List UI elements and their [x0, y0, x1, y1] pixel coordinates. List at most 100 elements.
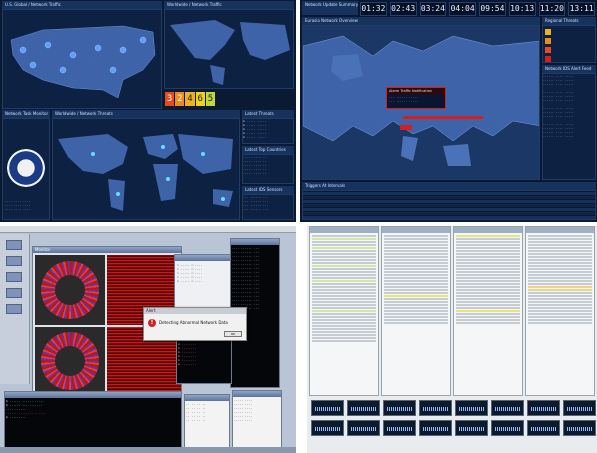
- us-traffic-dashboard: U.S. Global / Network Traffic · · · Worldw…: [0, 0, 296, 222]
- small-world-map: [170, 20, 290, 85]
- active-threats-panel: ▪ ····· ····· ▪ ····· ····· ▪ ····· ····· ▪…: [242, 118, 294, 144]
- eu-red-marker[interactable]: [400, 125, 412, 130]
- alert-message: Detecting Abnormal Network Data: [159, 320, 228, 325]
- eu-map-title: Eurasia Network Overview: [302, 17, 540, 25]
- clock: 10:13: [508, 2, 536, 16]
- us-map-title: U.S. Global / Network Traffic: [2, 1, 162, 9]
- eu-right-mid-title: Network IDS Alert Feed: [542, 65, 596, 73]
- traffic-meter: [563, 420, 596, 436]
- clock: 04:04: [449, 2, 476, 16]
- log-column[interactable]: [309, 226, 379, 396]
- table-row[interactable]: [303, 208, 595, 211]
- top-countries-title: Latest Top Countries: [242, 146, 294, 154]
- log-column-header: [310, 227, 378, 233]
- folder-icon[interactable]: [6, 240, 22, 250]
- ring-hole: [55, 346, 85, 376]
- spectrum-window-title: Monitor: [33, 247, 181, 253]
- table-row[interactable]: [303, 204, 595, 207]
- log-column-header: [454, 227, 522, 233]
- traffic-meter: [383, 400, 416, 416]
- traffic-meter: [419, 400, 452, 416]
- log-monitor-wall: [307, 226, 597, 453]
- world-clocks: 01:32 02:43 03:24 04:04 09:54 10:13 11:2…: [360, 2, 595, 16]
- alert-ok-button[interactable]: OK: [224, 331, 242, 337]
- log-column[interactable]: [453, 226, 523, 396]
- ids-feed-panel: ······ ···· ····· ······ ···· ····· ······…: [542, 73, 596, 180]
- table-row[interactable]: [303, 212, 595, 215]
- small-world-map-panel[interactable]: [164, 9, 294, 89]
- top-countries-panel: ····· ···· ·· ····· ···· ·· ····· ···· ·· ·…: [242, 154, 294, 184]
- process-list-output: ▪ ········ ▪ ········ ▪ ········ ▪ ········…: [177, 341, 231, 383]
- traffic-meter: [455, 400, 488, 416]
- table-row[interactable]: [303, 216, 595, 219]
- traffic-meter: [491, 400, 524, 416]
- active-threats-title: Latest Threats: [242, 110, 294, 118]
- threat-level-icon: [545, 38, 551, 44]
- data-window[interactable]: ····· ···· ····· ···· ····· ···· ····· ····…: [232, 390, 282, 450]
- regional-threats-panel: [542, 25, 596, 63]
- log-column-header: [382, 227, 450, 233]
- traffic-meter: [311, 420, 344, 436]
- ids-feed-lines: ······ ···· ····· ······ ···· ····· ······…: [543, 74, 574, 138]
- us-map-panel[interactable]: · · ·: [2, 9, 162, 109]
- traffic-meter: [491, 420, 524, 436]
- clock: 11:20: [538, 2, 566, 16]
- net-health-panel: ···· ···· ···· ···· ···· ···· ···· ···· ··…: [2, 118, 50, 220]
- log-column-header: [526, 227, 594, 233]
- counter-digit: 4: [185, 92, 195, 106]
- clock: 01:32: [360, 2, 387, 16]
- threat-level-icon: [545, 29, 551, 35]
- options-list[interactable]: ☐ ····· ☐ ···· ☐ ····· ☐ ···· ☐ ····· ☐ ··…: [175, 261, 231, 285]
- traffic-meter: [383, 420, 416, 436]
- ring-hole: [55, 275, 85, 305]
- eu-header-title: Network Update Summary: [302, 1, 358, 15]
- sidebar: [0, 234, 30, 384]
- hex-lines: ·· ·· ·· ·· ·· ·· ·· ·· ·· ·· ·· ·· ·· ·· ·…: [186, 402, 206, 422]
- traffic-meter: [419, 420, 452, 436]
- active-threats-list: ▪ ····· ····· ▪ ····· ····· ▪ ····· ····· ▪…: [243, 119, 267, 139]
- hex-window[interactable]: ·· ·· ·· ·· ·· ·· ·· ·· ·· ·· ·· ·· ·· ·· ·…: [184, 394, 230, 450]
- menu-bar[interactable]: [0, 226, 296, 233]
- world-threat-map-panel[interactable]: [52, 118, 240, 220]
- recent-triggers-table[interactable]: [302, 190, 596, 220]
- log-column[interactable]: [525, 226, 595, 396]
- alert-dialog-title: Alert: [144, 308, 246, 314]
- counter-digit: 2: [175, 92, 185, 106]
- alert-dialog[interactable]: Alert ! Detecting Abnormal Network Data …: [143, 307, 247, 341]
- us-map: ···: [10, 25, 156, 99]
- process-list-window[interactable]: ▪ ········ ▪ ········ ▪ ········ ▪ ········…: [176, 334, 232, 384]
- terminal-bottom-output: $ ······ ······ ····· $ ······ ··· ······…: [5, 398, 181, 450]
- ip-title: Latest IDS Sensors: [242, 186, 294, 194]
- table-row[interactable]: [303, 200, 595, 203]
- small-map-title: Worldwide / Network Traffic: [164, 1, 294, 9]
- folder-icon[interactable]: [6, 272, 22, 282]
- log-column[interactable]: [381, 226, 451, 396]
- eu-alert-lines: ··· ······ ····· ··· ······ ·····: [389, 95, 418, 103]
- eu-alert-popup[interactable]: Alarm Traffic Notification ··· ······ ··…: [386, 87, 446, 109]
- screenshot-collage: U.S. Global / Network Traffic · · · Worldw…: [0, 0, 597, 453]
- traffic-meter: [527, 420, 560, 436]
- counter-digit: 6: [195, 92, 205, 106]
- folder-icon[interactable]: [6, 256, 22, 266]
- clock: 09:54: [479, 2, 506, 16]
- world-map-title: Worldwide / Network Threats: [52, 110, 240, 118]
- traffic-meter: [527, 400, 560, 416]
- ip-list: ··· ······ ··· ··· ······ ··· ··· ······ ·…: [243, 195, 269, 211]
- traffic-meter: [311, 400, 344, 416]
- threat-counter: 3 2 4 6 5: [165, 92, 216, 106]
- ring-plot-bottom: [35, 327, 105, 395]
- table-row[interactable]: [303, 192, 595, 195]
- counter-digit: 5: [205, 92, 216, 106]
- taskbar[interactable]: [0, 447, 296, 453]
- ring-plot-top: [35, 255, 105, 325]
- world-threat-map: [58, 134, 233, 211]
- folder-icon[interactable]: [6, 288, 22, 298]
- folder-icon[interactable]: [6, 304, 22, 314]
- terminal-window-bottom[interactable]: $ ······ ······ ····· $ ······ ··· ······…: [4, 391, 182, 451]
- table-row[interactable]: [303, 196, 595, 199]
- traffic-meter: [563, 400, 596, 416]
- counter-digit: 3: [165, 92, 175, 106]
- eu-recent-title: Triggers At Intervals: [302, 182, 596, 190]
- threat-level-icon: [545, 47, 551, 53]
- agency-seal-icon: [7, 149, 45, 187]
